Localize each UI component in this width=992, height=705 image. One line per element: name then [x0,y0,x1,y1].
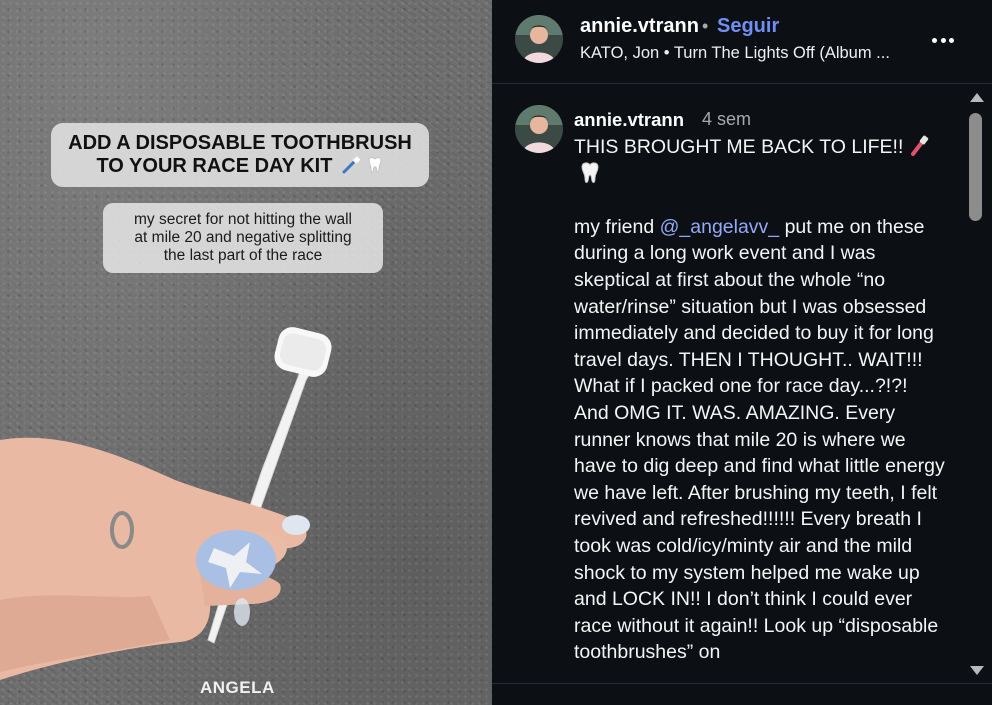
avatar-image [515,15,563,63]
scroll-down-arrow-icon[interactable] [970,666,984,675]
caption-line-2-text: TO YOUR RACE DAY KIT [96,155,333,177]
subcaption-line-1: my secret for not hitting the wall [134,211,352,228]
header-separator: • [702,16,709,36]
comments-scrollbar[interactable] [962,85,992,683]
avatar-image [515,105,563,153]
post-media[interactable]: ADD A DISPOSABLE TOOTHBRUSH TO YOUR RACE… [0,0,492,705]
more-dot [940,37,946,43]
comment-headline: THIS BROUGHT ME BACK TO LIFE!! [574,136,904,158]
more-dot [932,37,937,43]
scroll-up-arrow-icon[interactable] [970,93,984,102]
comments-list[interactable]: annie.vtrann 4 sem THIS BROUGHT ME BACK … [492,85,962,683]
avatar[interactable] [515,15,563,63]
comment-first-line: THIS BROUGHT ME BACK TO LIFE!! [574,134,946,187]
header-username[interactable]: annie.vtrann [580,15,699,38]
mention-link[interactable]: @_angelavv_ [660,216,780,238]
video-watermark: ANGELA [200,678,275,697]
comment-timestamp[interactable]: 4 sem [702,109,751,130]
comment-text: THIS BROUGHT ME BACK TO LIFE!! my friend… [574,134,946,666]
caption-line-2: TO YOUR RACE DAY KIT [96,155,383,178]
toothbrush-emoji-icon [910,135,929,156]
actions-bar [492,683,992,705]
scrollbar-thumb[interactable] [969,113,982,221]
subcaption-line-3: the last part of the race [163,247,323,264]
comment-body: put me on these during a long work event… [574,215,945,664]
more-dot [949,37,954,43]
post-header: annie.vtrann • Seguir KATO, Jon • Turn T… [492,0,992,84]
audio-track-link[interactable]: KATO, Jon • Turn The Lights Off (Album .… [580,44,890,63]
video-caption: ADD A DISPOSABLE TOOTHBRUSH TO YOUR RACE… [51,123,429,187]
video-subcaption: my secret for not hitting the wall at mi… [103,203,383,273]
subcaption-line-2: at mile 20 and negative splitting [134,229,352,246]
caption-line-1: ADD A DISPOSABLE TOOTHBRUSH [68,132,412,154]
comment-paragraph: my friend @_angelavv_ put me on these du… [574,214,946,666]
hand-holding-toothbrush-image [0,327,332,680]
comment-avatar[interactable] [515,105,563,153]
toothbrush-caption-icon [342,156,360,174]
more-options-icon[interactable] [928,30,958,50]
follow-button[interactable]: Seguir [717,15,779,38]
post-detail-panel: annie.vtrann • Seguir KATO, Jon • Turn T… [492,0,992,705]
comment-username[interactable]: annie.vtrann [574,109,684,131]
mention-prefix: my friend [574,215,660,238]
tooth-emoji-icon [581,162,599,183]
tooth-caption-icon [368,157,381,173]
